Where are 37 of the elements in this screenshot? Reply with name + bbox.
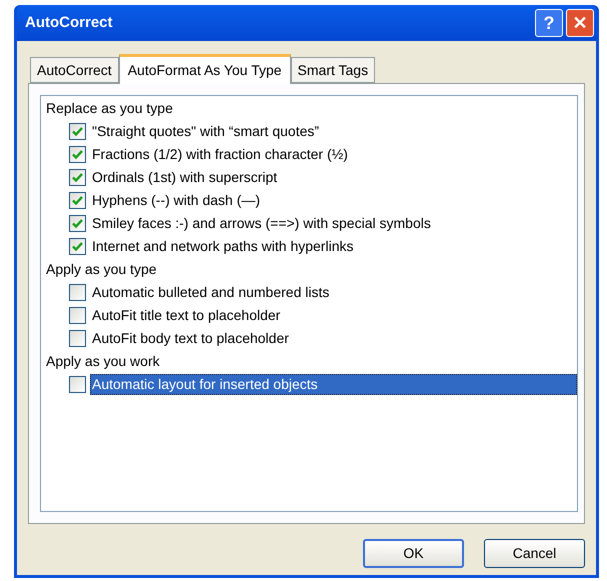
- checkbox[interactable]: [69, 307, 86, 324]
- tab[interactable]: AutoFormat As You Type: [118, 54, 291, 84]
- window-title: AutoCorrect: [25, 12, 113, 33]
- check-icon: [72, 195, 83, 206]
- check-icon: [72, 126, 83, 137]
- help-button[interactable]: ?: [535, 9, 563, 37]
- check-icon: [72, 218, 83, 229]
- checkbox[interactable]: [69, 284, 86, 301]
- group-heading: Apply as you work: [45, 352, 161, 371]
- option-label[interactable]: AutoFit title text to placeholder: [90, 305, 282, 326]
- checkbox[interactable]: [69, 330, 86, 347]
- checkbox[interactable]: [69, 238, 86, 255]
- option-label[interactable]: Automatic bulleted and numbered lists: [90, 282, 332, 303]
- option-label[interactable]: Automatic layout for inserted objects: [90, 374, 577, 395]
- option-label[interactable]: Hyphens (--) with dash (—): [90, 190, 262, 211]
- group-heading: Apply as you type: [45, 260, 158, 279]
- ok-button[interactable]: OK: [363, 539, 464, 568]
- tab[interactable]: AutoCorrect: [30, 57, 119, 83]
- close-button[interactable]: ✕: [566, 9, 594, 37]
- option-label[interactable]: Ordinals (1st) with superscript: [90, 167, 280, 188]
- check-icon: [72, 149, 83, 160]
- checkbox[interactable]: [69, 123, 86, 140]
- option-label[interactable]: Internet and network paths with hyperlinks: [90, 236, 356, 257]
- checkbox[interactable]: [69, 192, 86, 209]
- option-label[interactable]: Fractions (1/2) with fraction character (½): [90, 144, 350, 165]
- checkbox[interactable]: [69, 376, 86, 393]
- checkbox[interactable]: [69, 215, 86, 232]
- option-label[interactable]: Smiley faces :-) and arrows (==>) with special symbols: [90, 213, 433, 234]
- cancel-button[interactable]: Cancel: [484, 539, 585, 568]
- tab[interactable]: Smart Tags: [290, 57, 376, 83]
- option-label[interactable]: AutoFit body text to placeholder: [90, 328, 291, 349]
- group-heading: Replace as you type: [45, 99, 174, 118]
- option-label[interactable]: "Straight quotes" with “smart quotes”: [90, 121, 322, 142]
- checkbox[interactable]: [69, 169, 86, 186]
- checkbox[interactable]: [69, 146, 86, 163]
- check-icon: [72, 172, 83, 183]
- check-icon: [72, 241, 83, 252]
